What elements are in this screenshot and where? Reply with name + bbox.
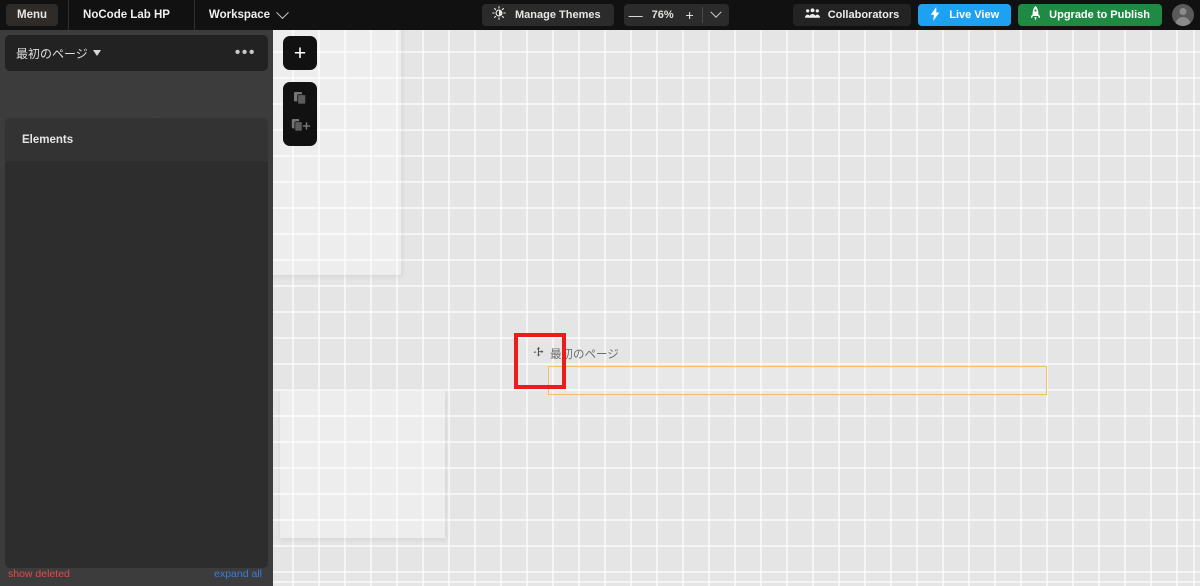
add-element-button[interactable]: + <box>283 36 317 70</box>
chevron-down-icon <box>709 6 722 18</box>
elements-tree-panel[interactable] <box>5 161 268 568</box>
workspace-label: Workspace <box>208 9 271 21</box>
user-avatar-icon[interactable] <box>1172 4 1194 26</box>
selected-element-outline[interactable] <box>548 366 1047 395</box>
rocket-icon <box>1030 6 1041 24</box>
canvas-ghost-panel-lower <box>280 390 445 538</box>
page-selector-title: 最初のページ <box>16 46 88 61</box>
elements-panel-title: Elements <box>22 133 74 146</box>
zoom-out-button[interactable]: — <box>624 4 648 26</box>
upgrade-label: Upgrade to Publish <box>1049 9 1150 21</box>
design-canvas[interactable]: + 最初のページ <box>273 30 1200 586</box>
live-view-button[interactable]: Live View <box>918 4 1012 26</box>
chevron-down-icon <box>276 5 289 19</box>
collaborators-label: Collaborators <box>827 9 900 21</box>
expand-all-link[interactable]: expand all <box>214 568 262 580</box>
zoom-level-value[interactable]: 76% <box>648 9 678 21</box>
canvas-element-label-group[interactable]: 最初のページ <box>532 346 619 362</box>
menu-button-label: Menu <box>17 9 48 21</box>
move-arrows-icon[interactable] <box>532 346 545 362</box>
zoom-in-button[interactable]: + <box>678 4 702 26</box>
topbar-right-group: Collaborators Live View Upgrade to Publi… <box>792 4 1194 26</box>
zoom-options-dropdown[interactable] <box>703 4 729 26</box>
paste-add-icon[interactable] <box>290 117 311 138</box>
triangle-down-icon <box>92 50 101 56</box>
upgrade-to-publish-button[interactable]: Upgrade to Publish <box>1018 4 1162 26</box>
copy-icon[interactable] <box>292 90 308 111</box>
canvas-element-label: 最初のページ <box>550 349 619 361</box>
people-icon <box>804 7 820 23</box>
page-more-options-button[interactable]: ••• <box>235 45 256 61</box>
plus-icon: + <box>293 41 307 65</box>
sidebar-footer: show deleted expand all <box>0 564 273 586</box>
app-name-label[interactable]: NoCode Lab HP <box>69 9 184 21</box>
zoom-control-group: — 76% + <box>623 4 729 26</box>
topbar-center-group: Manage Themes — 76% + <box>482 4 729 26</box>
manage-themes-button[interactable]: Manage Themes <box>482 4 614 26</box>
brightness-icon <box>492 5 506 25</box>
bolt-icon <box>930 6 941 24</box>
collaborators-button[interactable]: Collaborators <box>792 4 912 26</box>
show-deleted-link[interactable]: show deleted <box>8 568 70 580</box>
live-view-label: Live View <box>949 9 1000 21</box>
top-app-bar: Menu NoCode Lab HP Workspace Manage Them… <box>0 0 1200 30</box>
clipboard-tool-panel <box>283 82 317 146</box>
workspace-dropdown[interactable]: Workspace <box>195 5 295 21</box>
page-selector-dropdown[interactable]: 最初のページ ••• <box>5 35 268 71</box>
menu-button[interactable]: Menu <box>6 4 59 26</box>
left-sidebar: 最初のページ ••• Elements show deleted expand … <box>0 30 273 586</box>
elements-panel-header: Elements <box>5 118 268 161</box>
manage-themes-label: Manage Themes <box>515 9 601 21</box>
page-selector-title-group: 最初のページ <box>16 45 101 62</box>
